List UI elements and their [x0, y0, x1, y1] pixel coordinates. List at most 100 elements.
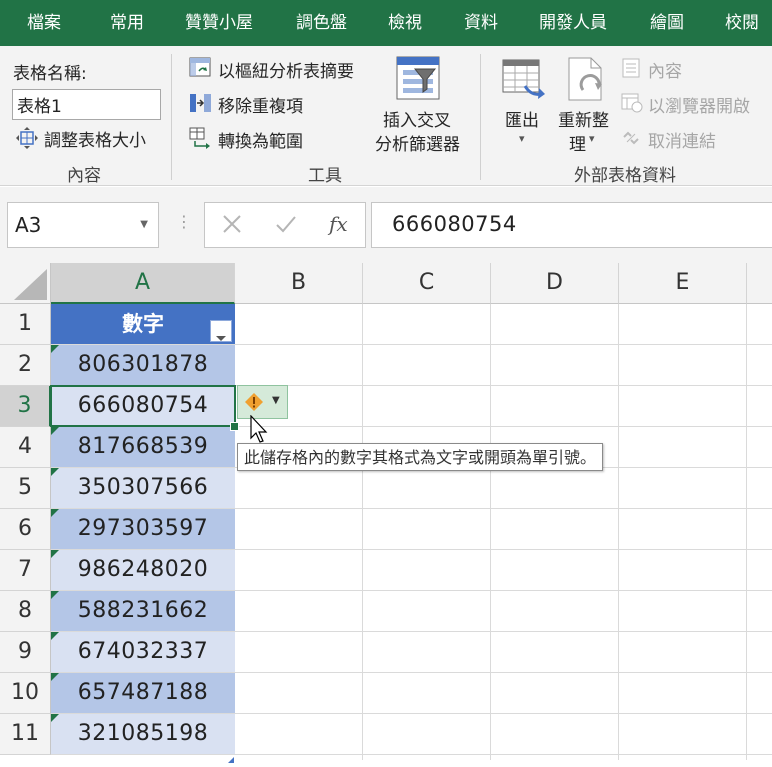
row-header-9[interactable]: 9 — [0, 632, 51, 673]
tab-draw[interactable]: 繪圖 — [650, 0, 684, 46]
remove-duplicates-button[interactable]: 移除重複項 — [218, 92, 303, 117]
table-header-label: 數字 — [122, 312, 164, 336]
refresh-line2[interactable]: 理 — [569, 130, 586, 155]
tab-home[interactable]: 常用 — [110, 0, 144, 46]
name-box-dropdown-icon[interactable]: ▼ — [140, 219, 148, 230]
error-indicator-icon — [51, 714, 59, 722]
unlink-button[interactable]: 取消連結 — [648, 127, 716, 152]
table-header-cell[interactable]: 數字 — [51, 304, 235, 344]
refresh-dropdown-icon[interactable]: ▾ — [589, 132, 595, 145]
table-name-label: 表格名稱: — [13, 64, 87, 84]
summarize-pivot-button[interactable]: 以樞紐分析表摘要 — [218, 57, 354, 82]
error-indicator-icon — [51, 591, 59, 599]
filter-dropdown-button[interactable] — [210, 320, 232, 342]
tab-view[interactable]: 檢視 — [388, 0, 422, 46]
error-indicator-icon — [51, 427, 59, 435]
export-button[interactable]: 匯出 — [505, 106, 539, 131]
table-resize-handle-icon[interactable] — [228, 748, 234, 763]
confirm-entry-icon[interactable] — [275, 213, 297, 235]
table-cell[interactable]: 321085198 — [51, 714, 235, 754]
column-header-e[interactable]: E — [619, 263, 747, 304]
error-indicator-icon — [51, 673, 59, 681]
resize-table-icon — [16, 127, 38, 149]
gridline — [51, 754, 772, 755]
insert-slicer-line1[interactable]: 插入交叉 — [383, 106, 451, 131]
table-cell[interactable]: 674032337 — [51, 632, 235, 672]
error-indicator-icon — [51, 550, 59, 558]
tab-file[interactable]: 檔案 — [27, 0, 61, 46]
gridline — [618, 304, 619, 760]
column-header-a[interactable]: A — [51, 263, 235, 304]
name-box[interactable]: A3 ▼ — [7, 202, 159, 248]
properties-icon — [621, 58, 641, 78]
formula-input[interactable]: 666080754 — [371, 202, 772, 248]
tab-review[interactable]: 校閱 — [725, 0, 759, 46]
column-header-c[interactable]: C — [363, 263, 491, 304]
convert-to-range-icon — [189, 127, 213, 149]
remove-duplicates-icon — [189, 92, 213, 114]
cell-value: 321085198 — [77, 721, 209, 746]
refresh-icon — [565, 56, 611, 102]
worksheet-grid: A B C D E 1 2 3 4 5 6 7 8 9 10 11 數字 806… — [0, 263, 772, 763]
error-indicator-icon — [51, 468, 59, 476]
cell-value: 657487188 — [77, 680, 209, 705]
formula-buttons: fx — [204, 202, 366, 248]
select-all-corner[interactable] — [0, 263, 51, 304]
tab-data[interactable]: 資料 — [464, 0, 498, 46]
column-header-d[interactable]: D — [491, 263, 619, 304]
export-dropdown-icon[interactable]: ▾ — [519, 132, 525, 145]
column-header-f[interactable] — [747, 263, 772, 304]
cell-value: 986248020 — [77, 557, 209, 582]
error-indicator-icon — [51, 345, 59, 353]
column-header-b[interactable]: B — [235, 263, 363, 304]
formula-bar-area: A3 ▼ ⋮ fx 666080754 — [0, 187, 772, 263]
error-tooltip: 此儲存格內的數字其格式為文字或開頭為單引號。 — [237, 443, 604, 471]
formula-bar-grip-icon: ⋮ — [176, 212, 192, 231]
warning-icon — [244, 392, 264, 412]
fill-handle[interactable] — [230, 422, 239, 431]
properties-button[interactable]: 內容 — [648, 57, 682, 82]
row-header-6[interactable]: 6 — [0, 509, 51, 550]
mouse-cursor-icon — [250, 414, 272, 445]
row-header-4[interactable]: 4 — [0, 427, 51, 468]
refresh-line1[interactable]: 重新整 — [558, 106, 609, 131]
cell-value: 806301878 — [77, 352, 209, 377]
table-cell[interactable]: 588231662 — [51, 591, 235, 631]
error-checking-button[interactable]: ▼ — [237, 385, 288, 419]
insert-slicer-line2[interactable]: 分析篩選器 — [375, 130, 460, 155]
row-header-1[interactable]: 1 — [0, 304, 51, 345]
resize-table-button[interactable]: 調整表格大小 — [44, 126, 146, 151]
tab-palette[interactable]: 調色盤 — [296, 0, 347, 46]
row-header-11[interactable]: 11 — [0, 714, 51, 755]
convert-to-range-button[interactable]: 轉換為範圍 — [218, 127, 303, 152]
insert-slicer-icon — [395, 55, 441, 101]
row-header-7[interactable]: 7 — [0, 550, 51, 591]
tab-developer[interactable]: 開發人員 — [539, 0, 607, 46]
table-cell[interactable]: 817668539 — [51, 427, 235, 467]
table-cell[interactable]: 297303597 — [51, 509, 235, 549]
row-header-2[interactable]: 2 — [0, 345, 51, 386]
gridline — [746, 304, 747, 760]
cancel-entry-icon[interactable] — [221, 213, 243, 235]
unlink-icon — [621, 128, 641, 148]
error-indicator-icon — [51, 632, 59, 640]
error-indicator-icon — [51, 509, 59, 517]
row-header-8[interactable]: 8 — [0, 591, 51, 632]
row-header-10[interactable]: 10 — [0, 673, 51, 714]
table-cell[interactable]: 657487188 — [51, 673, 235, 713]
row-header-5[interactable]: 5 — [0, 468, 51, 509]
table-cell[interactable]: 350307566 — [51, 468, 235, 508]
table-cell[interactable]: 806301878 — [51, 345, 235, 385]
tools-group-label: 工具 — [308, 166, 342, 186]
group-divider — [480, 54, 481, 180]
table-name-input[interactable] — [12, 89, 161, 120]
open-in-browser-button[interactable]: 以瀏覽器開啟 — [648, 92, 750, 117]
formula-value: 666080754 — [392, 212, 517, 236]
cell-value: 817668539 — [77, 434, 209, 459]
cell-value: 674032337 — [77, 639, 209, 664]
table-cell[interactable]: 986248020 — [51, 550, 235, 590]
tab-zanzan[interactable]: 贊贊小屋 — [185, 0, 253, 46]
row-header-3[interactable]: 3 — [0, 386, 51, 427]
name-box-value: A3 — [15, 213, 42, 237]
insert-function-icon[interactable]: fx — [329, 212, 348, 236]
